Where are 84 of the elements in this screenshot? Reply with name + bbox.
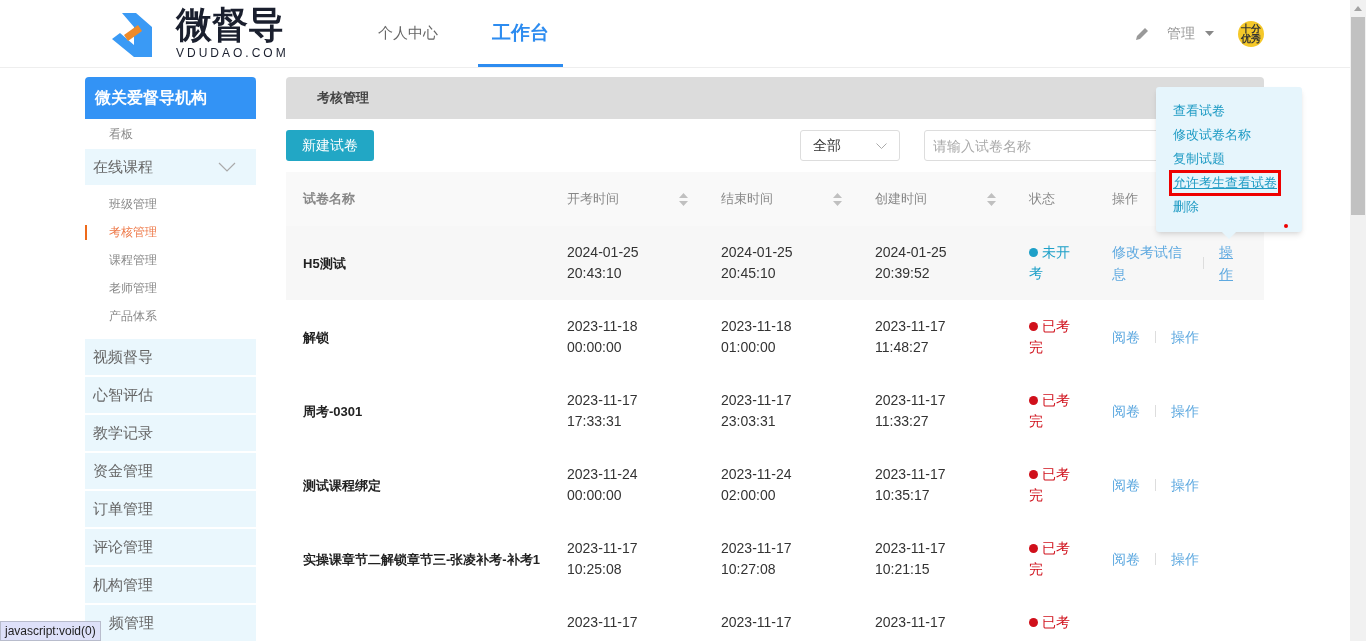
chevron-down-icon [218, 162, 236, 172]
table-cell-text: 2023-11-18 00:00:00 [567, 317, 639, 357]
table-cell-text: 2023-11-17 17:33:31 [567, 391, 639, 431]
sort-icon[interactable] [679, 192, 688, 206]
sort-icon[interactable] [987, 192, 996, 206]
table-cell-text: 2023-11-17 23:03:31 [721, 391, 793, 431]
action-link[interactable]: 操作 [1171, 474, 1199, 496]
status-text: 已考完 [1029, 539, 1071, 579]
user-menu[interactable]: 管理 [1167, 23, 1214, 44]
column-header: 操作 [1112, 190, 1138, 209]
status-text: 已考完 [1029, 317, 1071, 357]
sidebar-subitem[interactable]: 老师管理 [109, 279, 157, 297]
sort-icon[interactable] [833, 192, 842, 206]
menu-item[interactable]: 允许考生查看试卷 [1172, 173, 1278, 193]
caret-icon [1205, 31, 1214, 36]
sidebar-subitem[interactable]: 课程管理 [109, 251, 157, 269]
action-link[interactable]: 阅卷 [1112, 326, 1140, 348]
table-cell-text: 2023-11-17 [875, 613, 947, 632]
action-link[interactable]: 操作 [1219, 241, 1235, 285]
status-text: 已考完 [1029, 465, 1071, 505]
table-cell-text: 2023-11-17 11:33:27 [875, 391, 947, 431]
table-cell-text: 2023-11-17 10:35:17 [875, 465, 947, 505]
active-indicator [85, 225, 87, 240]
table-row[interactable]: H5测试 2024-01-25 20:43:10 2024-01-25 20:45:10 2024-01-25 20:39:52 未开考 修改考试信息 操作 [286, 226, 1264, 300]
scrollbar-thumb[interactable] [1351, 17, 1365, 215]
column-header: 结束时间 [721, 190, 773, 209]
table-cell-text: 2024-01-25 20:39:52 [875, 243, 948, 283]
action-link[interactable]: 阅卷 [1112, 474, 1140, 496]
table-cell-text: 2023-11-18 01:00:00 [721, 317, 793, 357]
sidebar-item[interactable]: 资金管理 [85, 453, 256, 489]
sidebar-item[interactable]: 订单管理 [85, 491, 256, 527]
sidebar-subitem[interactable]: 看板 [109, 125, 133, 143]
column-header: 开考时间 [567, 190, 619, 209]
nav-tab[interactable]: 工作台 [478, 0, 563, 67]
sidebar-subitem[interactable]: 产品体系 [109, 307, 157, 325]
table-cell-text: 2024-01-25 20:43:10 [567, 243, 640, 283]
logo-text: 微督导 [176, 5, 285, 44]
exam-name: 解锁 [303, 330, 329, 345]
logo-domain: VDUDAO.COM [176, 44, 289, 62]
table-cell-text: 2023-11-17 [721, 613, 793, 632]
exam-name: H5测试 [303, 256, 346, 271]
action-link[interactable]: 阅卷 [1112, 400, 1140, 422]
sidebar-item[interactable]: 机构管理 [85, 567, 256, 603]
filter-select[interactable]: 全部 [800, 130, 900, 161]
action-link[interactable]: 操作 [1171, 548, 1199, 570]
scrollbar[interactable] [1350, 0, 1366, 641]
sidebar-item[interactable]: 教学记录 [85, 415, 256, 451]
status-text: 已考完 [1029, 391, 1071, 431]
sidebar-subitem[interactable]: 班级管理 [109, 195, 157, 213]
table-cell-text: 2023-11-24 02:00:00 [721, 465, 793, 505]
table-cell-text: 2023-11-17 [567, 613, 639, 632]
browser-status-tooltip: javascript:void(0) [0, 621, 101, 641]
sidebar-subitem[interactable]: 考核管理 [109, 223, 157, 241]
sidebar-item[interactable]: 心智评估 [85, 377, 256, 413]
action-link[interactable]: 修改考试信息 [1112, 241, 1188, 285]
column-header: 状态 [1029, 190, 1055, 209]
exam-name: 测试课程绑定 [303, 478, 381, 493]
column-header: 创建时间 [875, 190, 927, 209]
page-title: 考核管理 [317, 89, 369, 108]
status-text: 未开考 [1029, 243, 1071, 283]
exam-name: 实操课章节二解锁章节三-张凌补考-补考1 [303, 552, 540, 567]
action-link[interactable]: 阅卷 [1112, 548, 1140, 570]
table-cell-text: 2023-11-17 11:48:27 [875, 317, 947, 357]
status-text: 已考 [1029, 612, 1079, 633]
new-exam-button[interactable]: 新建试卷 [286, 130, 374, 161]
table-cell-text: 2023-11-17 10:25:08 [567, 539, 639, 579]
table-cell-text: 2024-01-25 20:45:10 [721, 243, 794, 283]
chevron-down-icon [876, 142, 887, 149]
exam-name: 周考-0301 [303, 404, 363, 419]
org-title: 微关爱督导机构 [85, 77, 256, 119]
pencil-icon[interactable] [1135, 26, 1149, 41]
column-header: 试卷名称 [303, 190, 355, 209]
action-link[interactable]: 操作 [1171, 400, 1199, 422]
action-link[interactable]: 操作 [1171, 326, 1199, 348]
nav-tab[interactable]: 个人中心 [378, 0, 438, 67]
sidebar-item[interactable]: 视频督导 [85, 339, 256, 375]
menu-item[interactable]: 查看试卷 [1173, 101, 1225, 121]
table-cell-text: 2023-11-17 10:27:08 [721, 539, 793, 579]
menu-item[interactable]: 删除 [1173, 197, 1199, 217]
table-cell-text: 2023-11-24 00:00:00 [567, 465, 639, 505]
sidebar-group[interactable]: 在线课程 [85, 149, 256, 185]
sidebar-item[interactable]: 评论管理 [85, 529, 256, 565]
scroll-up-icon[interactable] [1354, 6, 1362, 11]
table-cell-text: 2023-11-17 10:21:15 [875, 539, 947, 579]
